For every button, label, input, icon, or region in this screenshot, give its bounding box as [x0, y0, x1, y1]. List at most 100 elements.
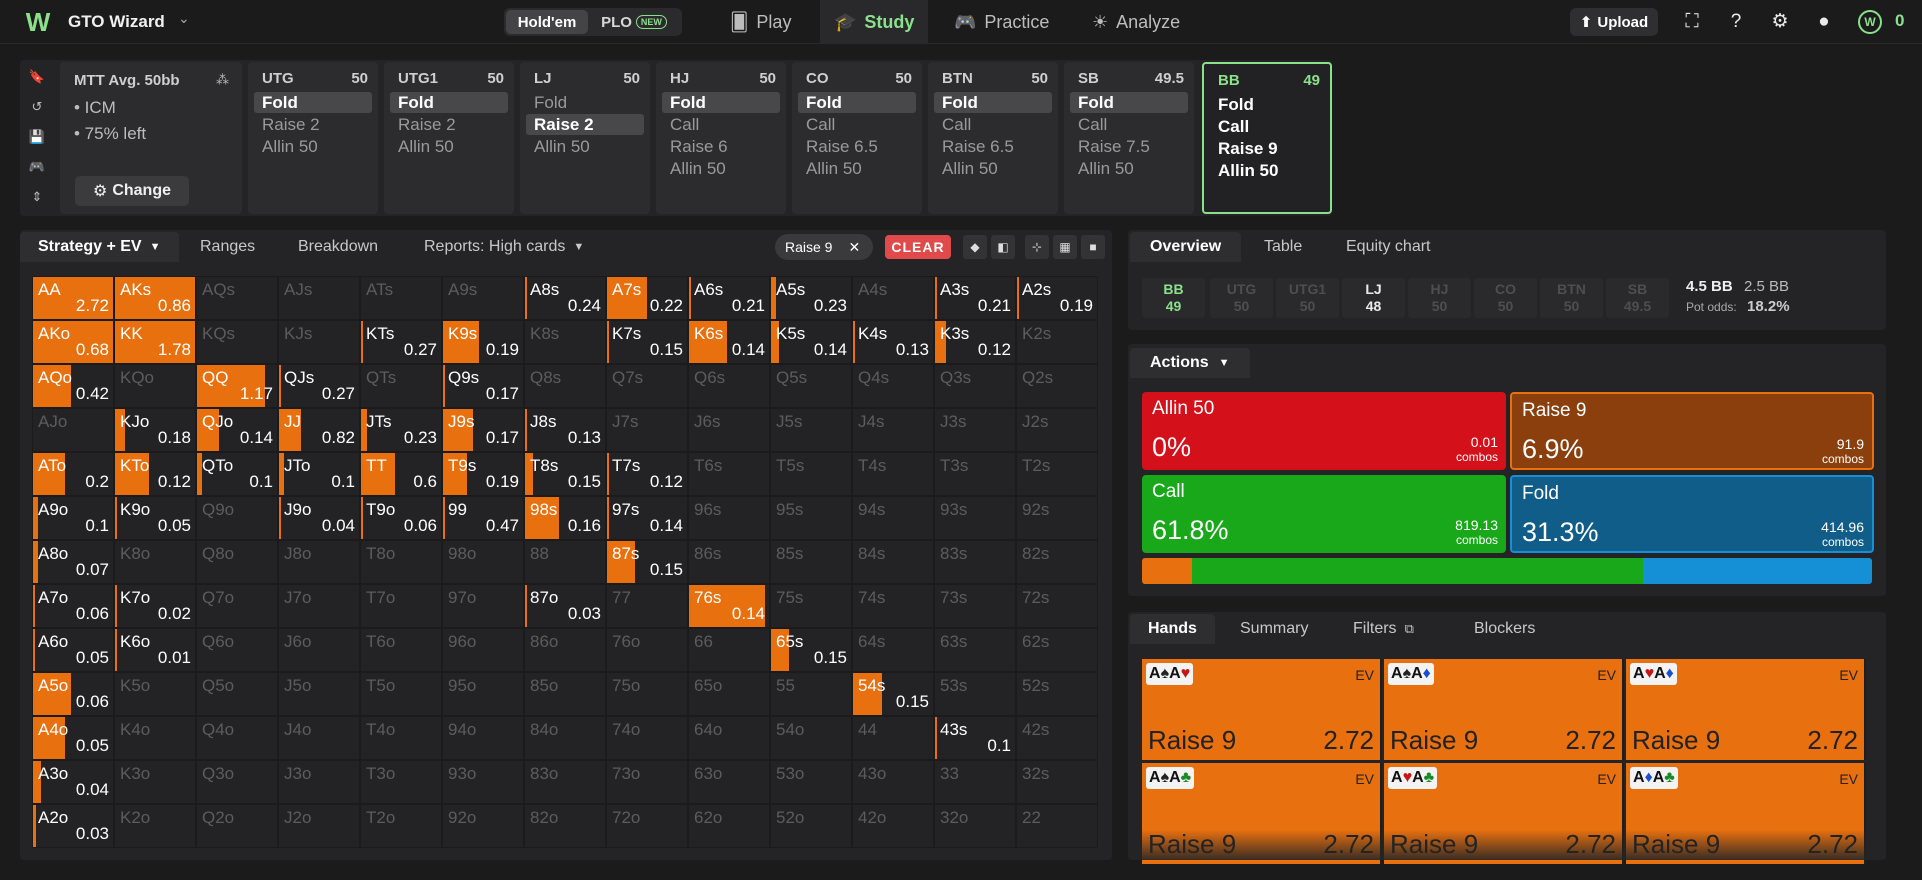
- overview-position-bb[interactable]: BB 49: [1142, 278, 1205, 318]
- hand-cell[interactable]: 42o: [852, 804, 934, 848]
- hand-cell[interactable]: 54s 0.15: [852, 672, 934, 716]
- hand-cell[interactable]: Q7o: [196, 584, 278, 628]
- hand-cell[interactable]: K5o: [114, 672, 196, 716]
- position-card-bb[interactable]: BB 49 Fold Call Raise 9 Allin 50: [1202, 62, 1332, 214]
- hand-cell[interactable]: A2s 0.19: [1016, 276, 1098, 320]
- account-icon[interactable]: ●: [1812, 10, 1836, 34]
- hand-cell[interactable]: 93s: [934, 496, 1016, 540]
- hand-cell[interactable]: 84s: [852, 540, 934, 584]
- hand-cell[interactable]: Q3s: [934, 364, 1016, 408]
- square-view-icon[interactable]: ■: [1081, 235, 1105, 259]
- hand-cell[interactable]: T7s 0.12: [606, 452, 688, 496]
- hand-cell[interactable]: K2o: [114, 804, 196, 848]
- collapse-icon[interactable]: ⇕: [32, 189, 43, 205]
- hand-cell[interactable]: 74o: [606, 716, 688, 760]
- position-action[interactable]: Raise 6.5: [934, 136, 1052, 157]
- hand-cell[interactable]: K7o 0.02: [114, 584, 196, 628]
- position-action[interactable]: Call: [662, 114, 780, 135]
- hand-cell[interactable]: J3s: [934, 408, 1016, 452]
- hand-cell[interactable]: A2o 0.03: [32, 804, 114, 848]
- hand-cell[interactable]: T4o: [360, 716, 442, 760]
- hand-cell[interactable]: JJ 0.82: [278, 408, 360, 452]
- hand-cell[interactable]: A8o 0.07: [32, 540, 114, 584]
- hand-cell[interactable]: 44: [852, 716, 934, 760]
- hand-cell[interactable]: Q2o: [196, 804, 278, 848]
- overview-position-btn[interactable]: BTN 50: [1540, 278, 1603, 318]
- position-card-sb[interactable]: SB 49.5 Fold Call Raise 7.5 Allin 50: [1064, 62, 1194, 214]
- hand-cell[interactable]: 92s: [1016, 496, 1098, 540]
- overview-position-co[interactable]: CO 50: [1474, 278, 1537, 318]
- action-box-fold[interactable]: Fold 31.3% 414.96 combos: [1510, 475, 1874, 553]
- chips-icon[interactable]: ⁂: [216, 72, 229, 88]
- hand-cell[interactable]: TT 0.6: [360, 452, 442, 496]
- hand-cell[interactable]: K8s: [524, 320, 606, 364]
- hand-cell[interactable]: 86s: [688, 540, 770, 584]
- position-action[interactable]: Call: [798, 114, 916, 135]
- position-action[interactable]: Fold: [1070, 92, 1188, 113]
- tab-table[interactable]: Table: [1244, 232, 1322, 262]
- hand-cell[interactable]: T7o: [360, 584, 442, 628]
- hand-cell[interactable]: 87o 0.03: [524, 584, 606, 628]
- hand-cell[interactable]: 75s: [770, 584, 852, 628]
- hand-cell[interactable]: T5o: [360, 672, 442, 716]
- position-card-utg1[interactable]: UTG1 50 Fold Raise 2 Allin 50: [384, 62, 514, 214]
- hand-cell[interactable]: J2o: [278, 804, 360, 848]
- hand-cell[interactable]: Q5o: [196, 672, 278, 716]
- hand-cell[interactable]: 97o: [442, 584, 524, 628]
- position-action[interactable]: Allin 50: [1210, 160, 1328, 181]
- nav-practice[interactable]: 🎮 Practice: [940, 0, 1063, 44]
- hand-cell[interactable]: 53o: [770, 760, 852, 804]
- hand-cell[interactable]: QJo 0.14: [196, 408, 278, 452]
- hand-cell[interactable]: 52o: [770, 804, 852, 848]
- hand-cell[interactable]: A6o 0.05: [32, 628, 114, 672]
- game-plo-button[interactable]: PLO NEW: [588, 10, 680, 34]
- hand-cell[interactable]: J7o: [278, 584, 360, 628]
- position-action[interactable]: Allin 50: [1070, 158, 1188, 179]
- hand-cell[interactable]: T8o: [360, 540, 442, 584]
- position-action[interactable]: Raise 6: [662, 136, 780, 157]
- hand-cell[interactable]: K4s 0.13: [852, 320, 934, 364]
- hand-cell[interactable]: AQo 0.42: [32, 364, 114, 408]
- hand-cell[interactable]: Q5s: [770, 364, 852, 408]
- position-action[interactable]: Call: [1210, 116, 1328, 137]
- position-action[interactable]: Call: [1070, 114, 1188, 135]
- hand-cell[interactable]: KQs: [196, 320, 278, 364]
- hand-cell[interactable]: 92o: [442, 804, 524, 848]
- hand-cell[interactable]: KTo 0.12: [114, 452, 196, 496]
- hand-cell[interactable]: 72o: [606, 804, 688, 848]
- hand-cell[interactable]: 54o: [770, 716, 852, 760]
- tab-ranges[interactable]: Ranges: [182, 232, 273, 262]
- hand-cell[interactable]: J9s 0.17: [442, 408, 524, 452]
- position-action[interactable]: Call: [934, 114, 1052, 135]
- position-action[interactable]: Allin 50: [798, 158, 916, 179]
- hand-cell[interactable]: 43o: [852, 760, 934, 804]
- position-action[interactable]: Raise 2: [526, 114, 644, 135]
- hand-cell[interactable]: ATo 0.2: [32, 452, 114, 496]
- hand-cell[interactable]: 95s: [770, 496, 852, 540]
- close-icon[interactable]: ✕: [848, 239, 860, 256]
- position-action[interactable]: Allin 50: [934, 158, 1052, 179]
- gto-wizard-logo-icon[interactable]: W: [22, 7, 54, 37]
- hand-cell[interactable]: 98o: [442, 540, 524, 584]
- hand-cell[interactable]: KK 1.78: [114, 320, 196, 364]
- hand-cell[interactable]: 82s: [1016, 540, 1098, 584]
- hand-cell[interactable]: 22: [1016, 804, 1098, 848]
- game-holdem-button[interactable]: Hold'em: [506, 10, 588, 34]
- hand-cell[interactable]: T2s: [1016, 452, 1098, 496]
- hand-cell[interactable]: A6s 0.21: [688, 276, 770, 320]
- hand-cell[interactable]: 65s 0.15: [770, 628, 852, 672]
- hand-cell[interactable]: 85o: [524, 672, 606, 716]
- action-filter-chip[interactable]: Raise 9 ✕: [775, 234, 873, 260]
- hand-cell[interactable]: K6o 0.01: [114, 628, 196, 672]
- position-card-utg[interactable]: UTG 50 Fold Raise 2 Allin 50: [248, 62, 378, 214]
- position-action[interactable]: Fold: [662, 92, 780, 113]
- hand-cell[interactable]: 52s: [1016, 672, 1098, 716]
- position-card-btn[interactable]: BTN 50 Fold Call Raise 6.5 Allin 50: [928, 62, 1058, 214]
- hand-cell[interactable]: T8s 0.15: [524, 452, 606, 496]
- hand-cell[interactable]: Q6o: [196, 628, 278, 672]
- hand-cell[interactable]: 73s: [934, 584, 1016, 628]
- hand-cell[interactable]: T3o: [360, 760, 442, 804]
- contrast-icon[interactable]: ◧: [991, 235, 1015, 259]
- position-action[interactable]: Raise 2: [254, 114, 372, 135]
- hand-cell[interactable]: AKs 0.86: [114, 276, 196, 320]
